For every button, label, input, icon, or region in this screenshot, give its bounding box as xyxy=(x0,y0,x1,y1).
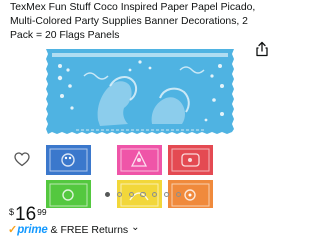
product-image-gallery[interactable] xyxy=(0,46,280,208)
carousel-dot[interactable] xyxy=(163,192,170,198)
carousel-dot[interactable] xyxy=(116,192,123,198)
heart-outline-icon[interactable] xyxy=(13,150,31,168)
free-returns-label: FREE Returns xyxy=(60,224,129,236)
large-blue-banner xyxy=(46,49,234,134)
carousel-dot[interactable] xyxy=(152,192,158,198)
product-title: TexMex Fun Stuff Coco Inspired Paper Pap… xyxy=(10,2,256,41)
price-whole: 16 xyxy=(15,204,37,225)
small-banner-pink xyxy=(117,145,162,175)
shipping-info[interactable]: ✓ prime & FREE Returns ⌄ xyxy=(8,223,140,237)
product-image[interactable] xyxy=(0,46,280,208)
small-banner-blue xyxy=(46,145,91,175)
carousel-dot[interactable] xyxy=(128,192,134,198)
carousel-dot[interactable] xyxy=(175,192,181,198)
separator-text: & xyxy=(50,224,61,236)
prime-check-icon: ✓ xyxy=(8,224,18,236)
prime-label: prime xyxy=(17,224,48,236)
prime-badge: ✓ prime xyxy=(8,224,48,236)
carousel-dot[interactable] xyxy=(140,192,146,198)
small-banner-red xyxy=(168,145,213,175)
price-currency: $ xyxy=(9,207,15,217)
share-icon[interactable] xyxy=(254,41,270,57)
price: $ 16 99 xyxy=(9,205,47,225)
carousel-dot[interactable] xyxy=(105,192,111,198)
free-returns-text[interactable]: & FREE Returns xyxy=(51,224,129,236)
chevron-down-icon[interactable]: ⌄ xyxy=(131,223,139,233)
image-carousel-dots xyxy=(0,192,280,202)
price-fraction: 99 xyxy=(37,207,47,217)
